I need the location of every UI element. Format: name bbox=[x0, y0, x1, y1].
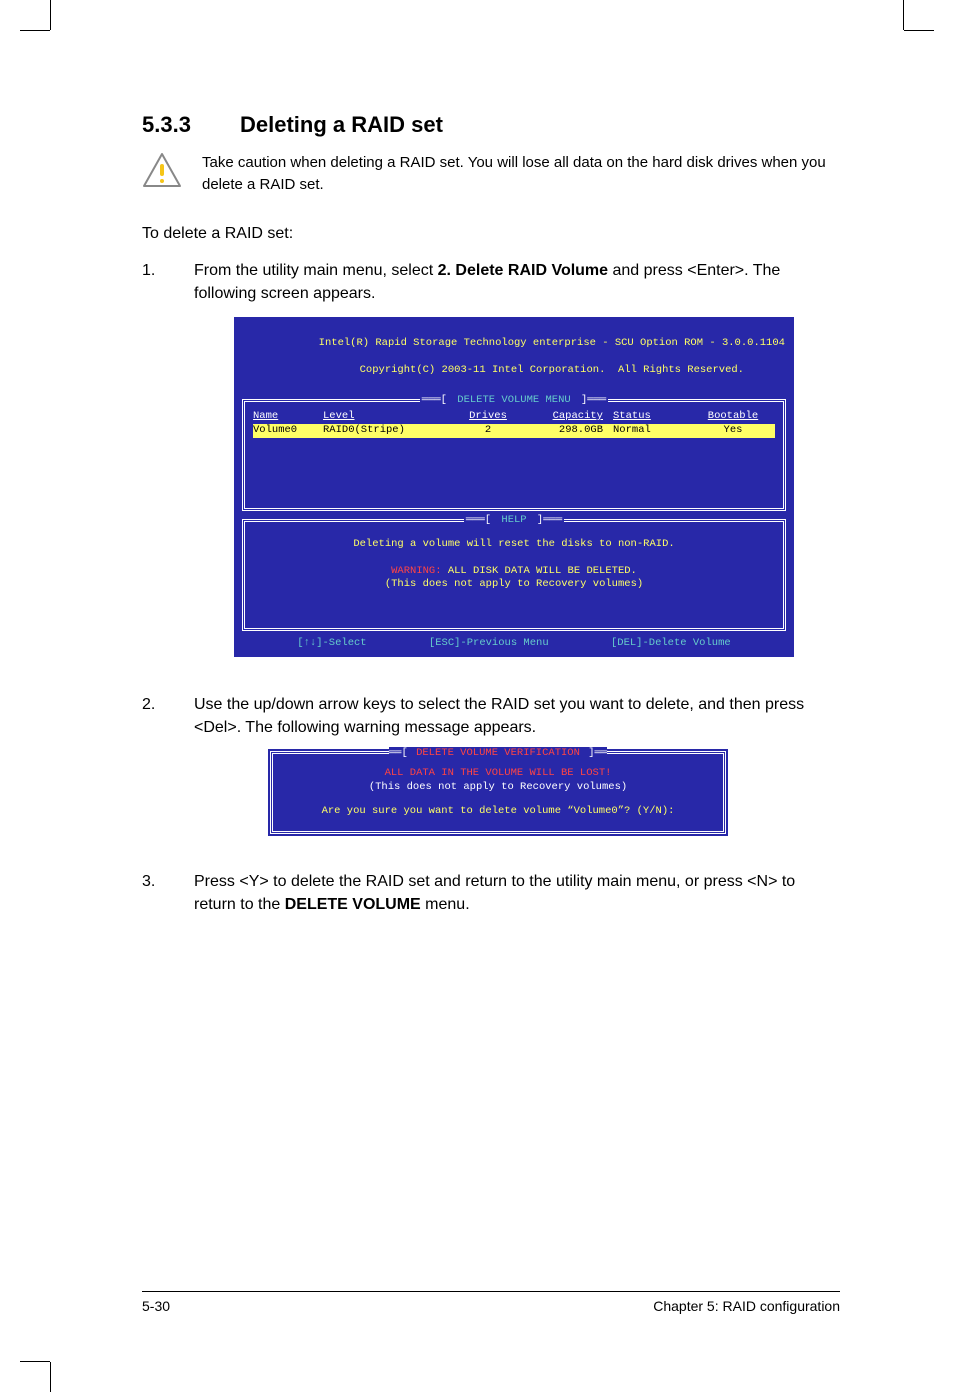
cell-level: RAID0(Stripe) bbox=[323, 424, 453, 438]
step-number: 3. bbox=[142, 870, 162, 916]
col-drives: Drives bbox=[453, 410, 523, 424]
chapter-label: Chapter 5: RAID configuration bbox=[653, 1298, 840, 1314]
step-3: 3. Press <Y> to delete the RAID set and … bbox=[142, 870, 840, 916]
help-line1: Deleting a volume will reset the disks t… bbox=[253, 538, 775, 552]
col-status: Status bbox=[613, 410, 693, 424]
bios-footer: [↑↓]-Select [ESC]-Previous Menu [DEL]-De… bbox=[242, 631, 786, 653]
frame-label: ═══[ DELETE VOLUME MENU ]═══ bbox=[245, 394, 783, 408]
verify-label: DELETE VOLUME VERIFICATION bbox=[414, 747, 582, 759]
section-heading: 5.3.3Deleting a RAID set bbox=[142, 112, 840, 138]
step-2: 2. Use the up/down arrow keys to select … bbox=[142, 693, 840, 854]
step-text: From the utility main menu, select bbox=[194, 262, 438, 279]
frame-label: ══[ DELETE VOLUME VERIFICATION ]══ bbox=[273, 746, 723, 760]
caution-block: Take caution when deleting a RAID set. Y… bbox=[142, 152, 840, 196]
crop-mark bbox=[20, 30, 50, 31]
help-line3: (This does not apply to Recovery volumes… bbox=[253, 578, 775, 592]
volume-row-selected[interactable]: Volume0 RAID0(Stripe) 2 298.0GB Normal Y… bbox=[253, 424, 775, 438]
verify-prompt: Are you sure you want to delete volume “… bbox=[283, 804, 713, 818]
help-warning-label: WARNING: bbox=[391, 565, 441, 577]
help-body: Deleting a volume will reset the disks t… bbox=[253, 524, 775, 619]
step-bold: DELETE VOLUME bbox=[285, 896, 421, 913]
help-frame: ═══[ HELP ]═══ Deleting a volume will re… bbox=[242, 519, 786, 632]
cell-status: Normal bbox=[613, 424, 693, 438]
volume-table-header: Name Level Drives Capacity Status Bootab… bbox=[253, 410, 775, 424]
col-capacity: Capacity bbox=[523, 410, 613, 424]
help-warning-text: ALL DISK DATA WILL BE DELETED. bbox=[442, 565, 637, 577]
step-body: Press <Y> to delete the RAID set and ret… bbox=[194, 870, 840, 916]
step-text: menu. bbox=[421, 896, 470, 913]
bios-screenshot: Intel(R) Rapid Storage Technology enterp… bbox=[234, 317, 794, 657]
caution-text: Take caution when deleting a RAID set. Y… bbox=[202, 152, 840, 196]
page-footer: 5-30 Chapter 5: RAID configuration bbox=[142, 1291, 840, 1314]
verify-line2: (This does not apply to Recovery volumes… bbox=[283, 780, 713, 794]
crop-mark bbox=[50, 0, 51, 30]
step-1: 1. From the utility main menu, select 2.… bbox=[142, 259, 840, 677]
cell-bootable: Yes bbox=[693, 424, 773, 438]
page-number: 5-30 bbox=[142, 1298, 170, 1314]
verify-frame: ══[ DELETE VOLUME VERIFICATION ]══ ALL D… bbox=[270, 751, 726, 834]
crop-mark bbox=[904, 30, 934, 31]
help-warning-line: WARNING: ALL DISK DATA WILL BE DELETED. bbox=[253, 565, 775, 579]
cell-capacity: 298.0GB bbox=[523, 424, 613, 438]
cell-drives: 2 bbox=[453, 424, 523, 438]
menu-label: DELETE VOLUME MENU bbox=[455, 394, 572, 406]
warning-icon bbox=[142, 152, 182, 193]
page: 5.3.3Deleting a RAID set Take caution wh… bbox=[0, 0, 954, 1392]
step-text: Use the up/down arrow keys to select the… bbox=[194, 696, 804, 736]
footer-delete: [DEL]-Delete Volume bbox=[611, 637, 731, 651]
crop-mark bbox=[20, 1361, 50, 1362]
section-number: 5.3.3 bbox=[142, 112, 240, 138]
intro-text: To delete a RAID set: bbox=[142, 222, 840, 245]
verify-dialog: ══[ DELETE VOLUME VERIFICATION ]══ ALL D… bbox=[268, 749, 728, 836]
crop-mark bbox=[50, 1362, 51, 1392]
col-name: Name bbox=[253, 410, 323, 424]
col-bootable: Bootable bbox=[693, 410, 773, 424]
col-level: Level bbox=[323, 410, 453, 424]
bios-title-line2: Copyright(C) 2003-11 Intel Corporation. … bbox=[360, 364, 744, 376]
step-number: 2. bbox=[142, 693, 162, 854]
footer-select: [↑↓]-Select bbox=[297, 637, 366, 651]
frame-label: ═══[ HELP ]═══ bbox=[245, 514, 783, 528]
delete-volume-menu-frame: ═══[ DELETE VOLUME MENU ]═══ Name Level … bbox=[242, 399, 786, 510]
section-title: Deleting a RAID set bbox=[240, 112, 443, 137]
step-number: 1. bbox=[142, 259, 162, 677]
crop-mark bbox=[903, 0, 904, 30]
steps-list: 1. From the utility main menu, select 2.… bbox=[142, 259, 840, 916]
help-label: HELP bbox=[499, 514, 528, 526]
bios-title: Intel(R) Rapid Storage Technology enterp… bbox=[242, 323, 786, 391]
footer-previous: [ESC]-Previous Menu bbox=[429, 637, 549, 651]
step-body: Use the up/down arrow keys to select the… bbox=[194, 693, 840, 854]
bios-title-line1: Intel(R) Rapid Storage Technology enterp… bbox=[319, 337, 785, 349]
step-bold: 2. Delete RAID Volume bbox=[438, 262, 608, 279]
cell-name: Volume0 bbox=[253, 424, 323, 438]
step-body: From the utility main menu, select 2. De… bbox=[194, 259, 840, 677]
verify-line1: ALL DATA IN THE VOLUME WILL BE LOST! bbox=[283, 766, 713, 780]
